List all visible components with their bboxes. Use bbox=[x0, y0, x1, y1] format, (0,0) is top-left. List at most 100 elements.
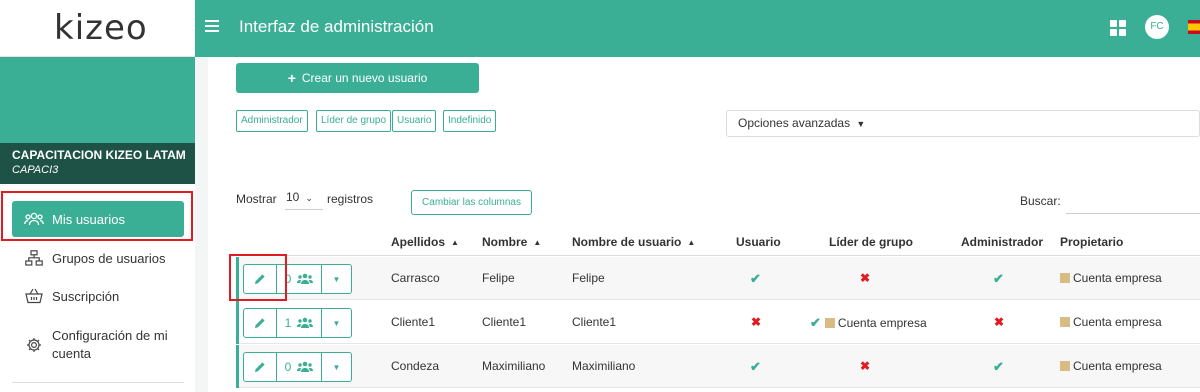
cell-propietario: Cuenta empresa bbox=[1060, 315, 1162, 329]
cell-nombre-usuario: Maximiliano bbox=[572, 359, 636, 373]
pencil-icon bbox=[255, 318, 265, 328]
group-count: 0 bbox=[284, 360, 292, 374]
cell-nombre: Maximiliano bbox=[482, 359, 546, 373]
gear-icon bbox=[24, 335, 44, 355]
plus-icon: + bbox=[287, 70, 296, 86]
logo-area: kizeo bbox=[0, 0, 195, 57]
column-header-lider[interactable]: Líder de grupo bbox=[829, 235, 913, 249]
cell-lider: ✔ Cuenta empresa bbox=[810, 315, 927, 330]
users-icon bbox=[297, 273, 314, 284]
sort-asc-icon: ▲ bbox=[533, 238, 542, 247]
apps-grid-icon[interactable] bbox=[1110, 20, 1126, 36]
group-count: 1 bbox=[284, 316, 292, 330]
column-header-apellidos[interactable]: Apellidos ▲ bbox=[391, 235, 459, 249]
row-dropdown-button[interactable]: ▼ bbox=[322, 265, 351, 293]
cell-nombre-usuario: Felipe bbox=[572, 271, 605, 285]
owner-swatch-icon bbox=[824, 318, 835, 328]
sidebar-item-label: Configuración de mi cuenta bbox=[52, 328, 168, 361]
check-icon: ✔ bbox=[993, 359, 1004, 374]
filter-usuario[interactable]: Usuario bbox=[392, 110, 437, 132]
search-input[interactable] bbox=[1066, 190, 1200, 214]
records-label: registros bbox=[327, 192, 374, 206]
users-icon bbox=[297, 361, 314, 372]
sort-asc-icon: ▲ bbox=[687, 238, 696, 247]
table-row: 0 ▼ Condeza Maximiliano Maximiliano ✔ ✖ … bbox=[236, 345, 1200, 388]
row-action-group: 1 ▼ bbox=[243, 308, 352, 338]
row-dropdown-button[interactable]: ▼ bbox=[322, 353, 351, 381]
page-size-value: 10 bbox=[286, 190, 300, 204]
column-header-nombre-usuario[interactable]: Nombre de usuario ▲ bbox=[572, 235, 695, 249]
chevron-down-icon: ⌄ bbox=[305, 193, 313, 203]
caret-down-icon: ▼ bbox=[332, 362, 341, 372]
sidebar-item-label: Suscripción bbox=[52, 288, 120, 304]
sidebar-item-configuracion[interactable]: Configuración de mi cuenta bbox=[12, 326, 184, 364]
advanced-options-label: Opciones avanzadas bbox=[738, 116, 851, 130]
edit-user-button[interactable] bbox=[244, 309, 277, 337]
cell-apellidos: Cliente1 bbox=[391, 315, 436, 329]
owner-swatch-icon bbox=[1060, 317, 1070, 327]
page-size-select[interactable]: 10 ⌄ bbox=[285, 190, 323, 210]
owner-swatch-icon bbox=[1060, 273, 1070, 283]
sidebar-item-label: Grupos de usuarios bbox=[52, 250, 166, 266]
check-icon: ✔ bbox=[810, 315, 821, 330]
row-action-group: 0 ▼ bbox=[243, 352, 352, 382]
filter-indefinido[interactable]: Indefinido bbox=[443, 110, 497, 132]
cell-nombre-usuario: Cliente1 bbox=[572, 315, 617, 329]
sidebar-divider bbox=[12, 382, 184, 383]
check-icon: ✔ bbox=[993, 271, 1004, 286]
check-icon: ✔ bbox=[750, 359, 761, 374]
cell-propietario: Cuenta empresa bbox=[1060, 271, 1162, 285]
cross-icon: ✖ bbox=[994, 315, 1005, 329]
account-name-box: CAPACITACION KIZEO LATAM CAPACI3 bbox=[0, 143, 195, 184]
change-columns-button[interactable]: Cambiar las columnas bbox=[411, 190, 532, 215]
kizeo-logo[interactable]: kizeo bbox=[54, 8, 148, 48]
basket-icon bbox=[24, 286, 44, 306]
highlight-box-edit bbox=[229, 254, 287, 301]
pencil-icon bbox=[255, 362, 265, 372]
filter-administrador[interactable]: Administrador bbox=[236, 110, 308, 132]
sidebar-item-suscripcion[interactable]: Suscripción bbox=[12, 286, 184, 306]
table-header: Apellidos ▲ Nombre ▲ Nombre de usuario ▲ Us… bbox=[236, 229, 1200, 256]
column-header-nombre[interactable]: Nombre ▲ bbox=[482, 235, 541, 249]
row-accent bbox=[236, 301, 239, 344]
chevron-down-icon: ▼ bbox=[856, 119, 866, 129]
user-groups-count-button[interactable]: 1 bbox=[277, 309, 322, 337]
account-panel: CAPACITACION KIZEO LATAM CAPACI3 bbox=[0, 57, 195, 184]
column-header-usuario[interactable]: Usuario bbox=[736, 235, 781, 249]
cross-icon: ✖ bbox=[751, 315, 762, 329]
search-label: Buscar: bbox=[1020, 194, 1061, 208]
table-row: 0 ▼ Carrasco Felipe Felipe ✔ ✖ ✔ Cuenta … bbox=[236, 257, 1200, 300]
account-code: CAPACI3 bbox=[12, 164, 59, 176]
filter-lider-de-grupo[interactable]: Líder de grupo bbox=[316, 110, 392, 132]
cross-icon: ✖ bbox=[860, 271, 871, 285]
table-row: 1 ▼ Cliente1 Cliente1 Cliente1 ✖ ✔ Cuenta… bbox=[236, 301, 1200, 344]
main-content: + Crear un nuevo usuario Administrador L… bbox=[208, 57, 1200, 392]
show-label: Mostrar bbox=[236, 192, 277, 206]
account-name: CAPACITACION KIZEO LATAM bbox=[12, 148, 186, 162]
hamburger-menu-icon[interactable] bbox=[205, 20, 219, 34]
caret-down-icon: ▼ bbox=[332, 318, 341, 328]
user-groups-count-button[interactable]: 0 bbox=[277, 353, 322, 381]
column-header-propietario[interactable]: Propietario bbox=[1060, 235, 1123, 249]
spain-flag-icon[interactable] bbox=[1188, 20, 1200, 34]
highlight-box-sidebar bbox=[1, 191, 193, 241]
column-header-administrador[interactable]: Administrador bbox=[961, 235, 1043, 249]
edit-user-button[interactable] bbox=[244, 353, 277, 381]
owner-swatch-icon bbox=[1060, 361, 1070, 371]
create-user-button[interactable]: + Crear un nuevo usuario bbox=[236, 63, 479, 93]
create-user-label: Crear un nuevo usuario bbox=[301, 71, 428, 85]
row-dropdown-button[interactable]: ▼ bbox=[322, 309, 351, 337]
check-icon: ✔ bbox=[750, 271, 761, 286]
avatar[interactable]: FC bbox=[1145, 15, 1169, 39]
sidebar-item-grupos[interactable]: Grupos de usuarios bbox=[12, 248, 184, 268]
row-accent bbox=[236, 345, 239, 388]
users-icon bbox=[297, 317, 314, 328]
page-title: Interfaz de administración bbox=[239, 17, 434, 36]
advanced-options-toggle[interactable]: Opciones avanzadas ▼ bbox=[726, 110, 1200, 137]
sort-asc-icon: ▲ bbox=[451, 238, 459, 247]
cell-nombre: Cliente1 bbox=[482, 315, 527, 329]
cell-apellidos: Condeza bbox=[391, 359, 440, 373]
cell-propietario: Cuenta empresa bbox=[1060, 359, 1162, 373]
sidebar: kizeo CAPACITACION KIZEO LATAM CAPACI3 M… bbox=[0, 0, 195, 392]
top-bar: Interfaz de administración FC bbox=[195, 0, 1200, 57]
